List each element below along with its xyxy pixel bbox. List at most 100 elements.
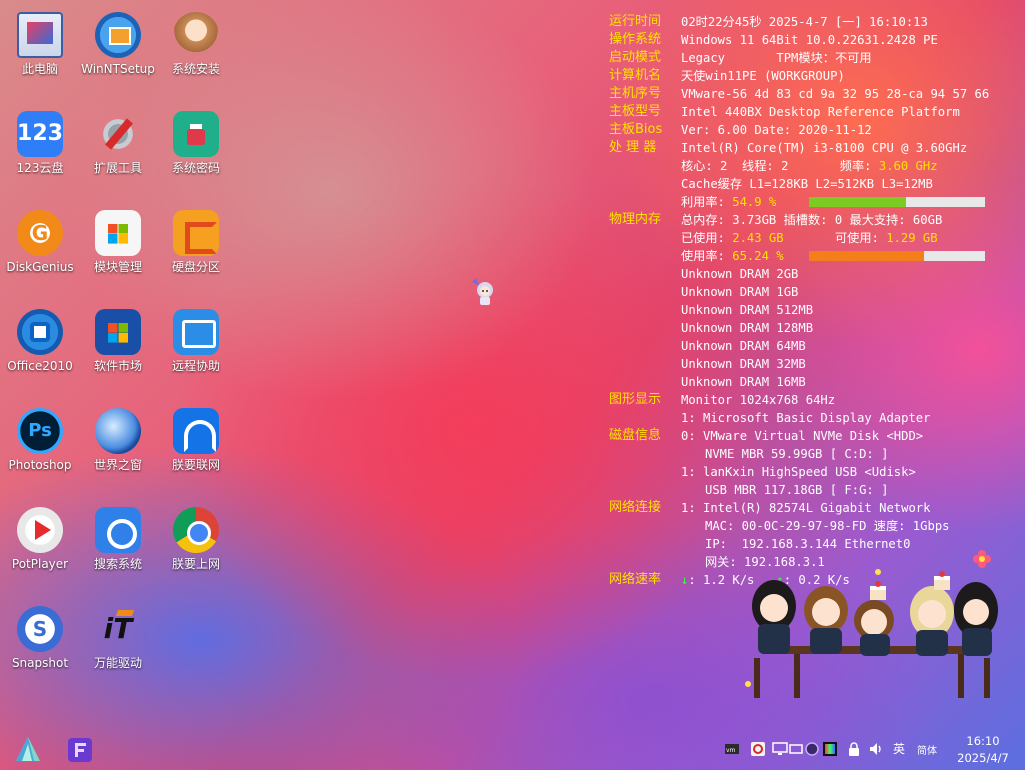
mem-total-row: 物理内存 总内存: 3.73GB 插槽数: 0 最大支持: 60GB: [609, 211, 1025, 229]
desktop-icon-chrome[interactable]: 朕要上网: [156, 501, 236, 583]
icon-label: 朕要上网: [171, 557, 220, 571]
desktop-icon-tools[interactable]: 扩展工具: [78, 105, 158, 187]
mem-usage-label: 使用率:: [681, 249, 733, 263]
lock-tray-icon[interactable]: [846, 741, 862, 757]
mem-usage: 使用率: 65.24 %: [681, 247, 784, 265]
dram-slot: Unknown DRAM 16MB: [681, 375, 806, 389]
computer-icon: [17, 12, 63, 58]
icon-label: Photoshop: [8, 458, 72, 472]
mem-usage-bar-fill: [809, 251, 924, 261]
guard-tray-icon[interactable]: [750, 741, 766, 757]
icon-label: Office2010: [7, 359, 73, 373]
desktop-icon-snapshot[interactable]: S Snapshot: [0, 600, 80, 682]
board-row: 主板型号 Intel 440BX Desktop Reference Platf…: [609, 103, 1025, 121]
net-adapter-value: 1: Intel(R) 82574L Gigabit Network: [681, 501, 931, 515]
icon-label: 系统密码: [171, 161, 220, 175]
mem-used-value: 2.43 GB: [732, 231, 784, 245]
keyboard-tray-icon[interactable]: [788, 741, 804, 757]
system-install-icon: [173, 12, 219, 58]
monitor-tray-icon[interactable]: [772, 741, 788, 757]
cpu-cache-value: Cache缓存 L1=128KB L2=512KB L3=12MB: [681, 177, 933, 191]
anime-girls-artwork: [745, 569, 998, 698]
bios-label: 主板Bios: [609, 122, 663, 137]
chrome-icon: [173, 507, 219, 553]
module-manager-icon: [95, 210, 141, 256]
icon-label: DiskGenius: [6, 260, 74, 274]
cpu-usage: 利用率: 54.9 %: [681, 193, 776, 211]
desktop-icon-123-cloud[interactable]: 123 123云盘: [0, 105, 80, 187]
os-label: 操作系统: [609, 32, 662, 47]
desktop-icon-remote-assist[interactable]: 远程协助: [156, 303, 236, 385]
dram-row: Unknown DRAM 128MB: [609, 319, 1025, 337]
icon-label: 朕要联网: [171, 458, 220, 472]
desktop-icon-software-market[interactable]: 软件市场: [78, 303, 158, 385]
photoshop-icon: Ps: [17, 408, 63, 454]
serial-row: 主机序号 VMware-56 4d 83 cd 9a 32 95 28-ca 9…: [609, 85, 1025, 103]
display-label: 图形显示: [609, 392, 662, 407]
cpu-usage-bar: [809, 197, 985, 207]
input-mode-indicator[interactable]: 简体: [917, 742, 937, 757]
desktop-icon-system-install[interactable]: 系统安装: [156, 6, 236, 88]
desktop-icon-universal-driver[interactable]: iT 万能驱动: [78, 600, 158, 682]
boot-row: 启动模式 Legacy TPM模块：不可用: [609, 49, 1025, 67]
vmware-tray-icon[interactable]: vm: [724, 741, 740, 757]
cpu-label: 处 理 器: [609, 140, 657, 155]
uptime-value: 02时22分45秒 2025-4-7 [一] 16:10:13: [681, 15, 928, 29]
cpu-usage-value: 54.9 %: [732, 195, 777, 209]
dram-row: Unknown DRAM 64MB: [609, 337, 1025, 355]
taskbar: vm 英 简体 16:10 2025/4/7: [0, 730, 1025, 770]
desktop-icon-office2010[interactable]: Office2010: [0, 303, 80, 385]
desktop-icon-winntsetup[interactable]: WinNTSetup: [78, 6, 158, 88]
dram-slot: Unknown DRAM 1GB: [681, 285, 799, 299]
tools-icon: [95, 111, 141, 157]
dram-row: Unknown DRAM 16MB: [609, 373, 1025, 391]
taskbar-app-icon[interactable]: [66, 736, 94, 764]
cpu-usage-bar-fill: [809, 197, 906, 207]
desktop-icon-system-password[interactable]: 系统密码: [156, 105, 236, 187]
wifi-icon: [173, 408, 219, 454]
desktop-icon-world-window[interactable]: 世界之窗: [78, 402, 158, 484]
color-tray-icon[interactable]: [822, 741, 838, 757]
diskgenius-icon: G: [17, 210, 63, 256]
software-market-icon: [95, 309, 141, 355]
serial-label: 主机序号: [609, 86, 662, 101]
svg-text:vm: vm: [726, 747, 736, 754]
hostname-row: 计算机名 天使win11PE (WORKGROUP): [609, 67, 1025, 85]
icon-label: 世界之窗: [93, 458, 142, 472]
desktop-icon-diskgenius[interactable]: G DiskGenius: [0, 204, 80, 286]
disk-label: 磁盘信息: [609, 428, 662, 443]
mem-used-row: 已使用: 2.43 GB 可使用: 1.29 GB: [609, 229, 1025, 247]
dram-row: Unknown DRAM 1GB: [609, 283, 1025, 301]
driver-icon: iT: [95, 606, 141, 652]
browser-globe-icon: [95, 408, 141, 454]
icon-label: 扩展工具: [93, 161, 142, 175]
disk-partition-icon: [173, 210, 219, 256]
desktop-icon-disk-partition[interactable]: 硬盘分区: [156, 204, 236, 286]
chibi-character-icon: [472, 278, 493, 305]
desktop-icon-potplayer[interactable]: PotPlayer: [0, 501, 80, 583]
desktop-icon-search-system[interactable]: 搜索系统: [78, 501, 158, 583]
start-menu-icon[interactable]: [12, 734, 44, 766]
office-icon: [17, 309, 63, 355]
system-info-panel: 运行时间 02时22分45秒 2025-4-7 [一] 16:10:13 操作系…: [609, 13, 1025, 589]
input-language-indicator[interactable]: 英: [893, 740, 905, 757]
icon-label: 硬盘分区: [171, 260, 220, 274]
hostname-label: 计算机名: [609, 68, 662, 83]
disk1-row: 1: lanKxin HighSpeed USB <Udisk>: [609, 463, 1025, 481]
desktop-icon-wifi[interactable]: 朕要联网: [156, 402, 236, 484]
taskbar-clock[interactable]: 16:10 2025/4/7: [952, 733, 1014, 767]
winntsetup-icon: [95, 12, 141, 58]
speed-label: 网络速率: [609, 572, 662, 587]
cpu-value: Intel(R) Core(TM) i3-8100 CPU @ 3.60GHz: [681, 141, 968, 155]
cpu-freq-value: 3.60 GHz: [878, 159, 938, 173]
clock-date: 2025/4/7: [957, 751, 1009, 765]
record-tray-icon[interactable]: [804, 741, 820, 757]
bios-row: 主板Bios Ver: 6.00 Date: 2020-11-12: [609, 121, 1025, 139]
volume-icon[interactable]: [868, 741, 884, 757]
desktop-icon-module-manager[interactable]: 模块管理: [78, 204, 158, 286]
search-system-icon: [95, 507, 141, 553]
icon-label: 123云盘: [16, 161, 64, 175]
net-mac-row: MAC: 00-0C-29-97-98-FD 速度: 1Gbps: [609, 517, 1025, 535]
desktop-icon-photoshop[interactable]: Ps Photoshop: [0, 402, 80, 484]
desktop-icon-this-pc[interactable]: 此电脑: [0, 6, 80, 88]
